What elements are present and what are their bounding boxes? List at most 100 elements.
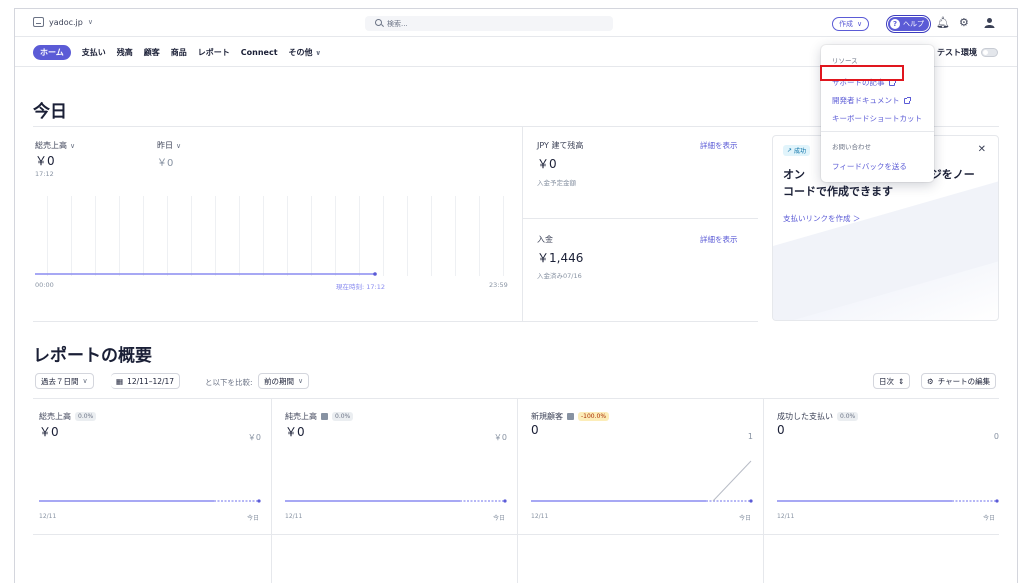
divider [33,398,999,399]
divider [33,321,758,322]
nav-payments[interactable]: 支払い [82,47,106,58]
yesterday-label: 昨日 [157,141,173,150]
info-icon [321,413,328,420]
gear-icon[interactable]: ⚙ [959,17,969,29]
search-input[interactable]: 検索... [365,16,613,31]
date-picker-label: 12/11–12/17 [127,376,175,386]
nav-connect[interactable]: Connect [241,48,278,57]
account-icon [33,17,44,27]
edit-charts-button[interactable]: ⚙ チャートの編集 [921,373,997,389]
close-icon[interactable]: ✕ [978,144,986,155]
menu-item-label: キーボードショートカット [832,114,922,123]
gear-icon: ⚙ [927,376,934,386]
menu-item-keyboard-shortcuts[interactable]: キーボードショートカット [832,113,922,124]
card-value: ￥0 [39,425,59,439]
nav-balances[interactable]: 残高 [117,47,133,58]
promo-tag: ↗ 成功 [783,145,810,156]
menu-item-feedback[interactable]: フィードバックを送る [832,161,907,172]
date-picker[interactable]: ▦ 12/11–12/17 [111,373,181,389]
test-mode-label: テスト環境 [937,48,977,57]
axis-start-label: 12/11 [285,513,303,520]
divider [821,131,934,132]
change-badge: 0.0% [75,412,97,421]
highlight-box [820,65,904,81]
calendar-icon: ▦ [116,376,124,386]
axis-end-label: 今日 [983,515,996,522]
payout-sub: 入金済み07/16 [537,272,582,280]
axis-end-label: 今日 [739,515,752,522]
create-button[interactable]: 作成 ∨ [832,17,870,31]
report-card-title: 新規顧客 -100.0% [531,411,610,422]
top-bar: yadoc.jp ∨ 検索... 作成 ∨ ? ヘルプ 🔔︎ ⚙ [15,9,1017,37]
trend-icon: ↗ [787,147,793,154]
help-label: ヘルプ [903,20,924,28]
nav-more-label: その他 [288,48,313,57]
report-card-title: 成功した支払い 0.0% [777,411,859,422]
compare-period-label: 前の期間 [264,376,294,386]
today-chart-line [35,272,377,276]
nav-products[interactable]: 商品 [171,47,187,58]
gross-volume-value: ￥0 [35,154,55,168]
nav-home[interactable]: ホーム [33,45,71,60]
gross-volume-time: 17:12 [35,170,54,178]
report-card-title: 純売上高 0.0% [285,411,354,422]
bell-icon[interactable]: 🔔︎ [936,17,950,29]
promo-text-left: オン [783,168,805,181]
divider [271,398,272,583]
test-mode-toggle[interactable]: テスト環境 [937,47,998,58]
card-title-text: 総売上高 [39,412,71,421]
nav-reports[interactable]: レポート [198,47,230,58]
promo-tag-label: 成功 [793,148,806,155]
divider [522,126,523,322]
account-switcher[interactable]: yadoc.jp ∨ [33,17,93,27]
resources-heading: リソース [832,57,858,65]
view-details-link[interactable]: 詳細を表示 [700,234,738,245]
menu-item-label: 開発者ドキュメント [832,96,900,105]
menu-item-developer-docs[interactable]: 開発者ドキュメント [832,95,911,106]
nav-customers[interactable]: 顧客 [144,47,160,58]
card-value: 0 [777,423,785,437]
interval-select[interactable]: 日次 ⇕ [873,373,911,389]
toggle-switch[interactable] [981,48,998,57]
card-title-text: 新規顧客 [531,412,563,421]
card-value: ￥0 [285,425,305,439]
card-sparkline [285,499,507,503]
card-value: 0 [531,423,539,437]
chevron-down-icon: ∨ [82,377,88,385]
card-compare-value: 0 [993,432,999,441]
menu-item-label: フィードバックを送る [832,162,907,171]
create-payment-link[interactable]: 支払いリンクを作成 ＞ [783,213,860,224]
sort-icon: ⇕ [898,376,905,386]
chevron-down-icon: ∨ [176,141,182,150]
chevron-down-icon: ∨ [298,377,304,385]
card-compare-value: 1 [747,432,753,441]
compare-label: と以下を比較: [205,378,253,387]
yesterday-selector[interactable]: 昨日 ∨ [157,140,181,151]
divider [517,398,518,583]
external-link-icon [903,96,911,104]
divider [33,534,999,535]
compare-period-select[interactable]: 前の期間 ∨ [258,373,310,389]
chevron-down-icon: ∨ [857,20,863,28]
change-badge: 0.0% [332,412,354,421]
card-sparkline [777,499,999,503]
contact-heading: お問い合わせ [832,143,871,151]
chevron-down-icon: ∨ [315,49,321,57]
date-range-select[interactable]: 過去７日間 ∨ [35,373,94,389]
card-title-text: 純売上高 [285,412,317,421]
axis-now-label: 現在時刻: 17:12 [336,283,385,291]
today-chart [35,196,507,276]
create-label: 作成 [839,20,853,28]
view-details-link[interactable]: 詳細を表示 [700,140,738,151]
user-icon[interactable] [984,17,995,31]
yesterday-value: ￥0 [157,158,174,169]
gross-volume-label: 総売上高 [35,141,67,150]
nav-more[interactable]: その他 ∨ [289,47,321,58]
app-window: yadoc.jp ∨ 検索... 作成 ∨ ? ヘルプ 🔔︎ ⚙ ホーム 支払い… [14,8,1018,583]
info-icon [567,413,574,420]
gross-volume-selector[interactable]: 総売上高 ∨ [35,140,75,151]
divider [522,218,758,219]
report-card-title: 総売上高 0.0% [39,411,97,422]
search-icon [375,19,382,26]
help-button[interactable]: ? ヘルプ [886,15,931,33]
